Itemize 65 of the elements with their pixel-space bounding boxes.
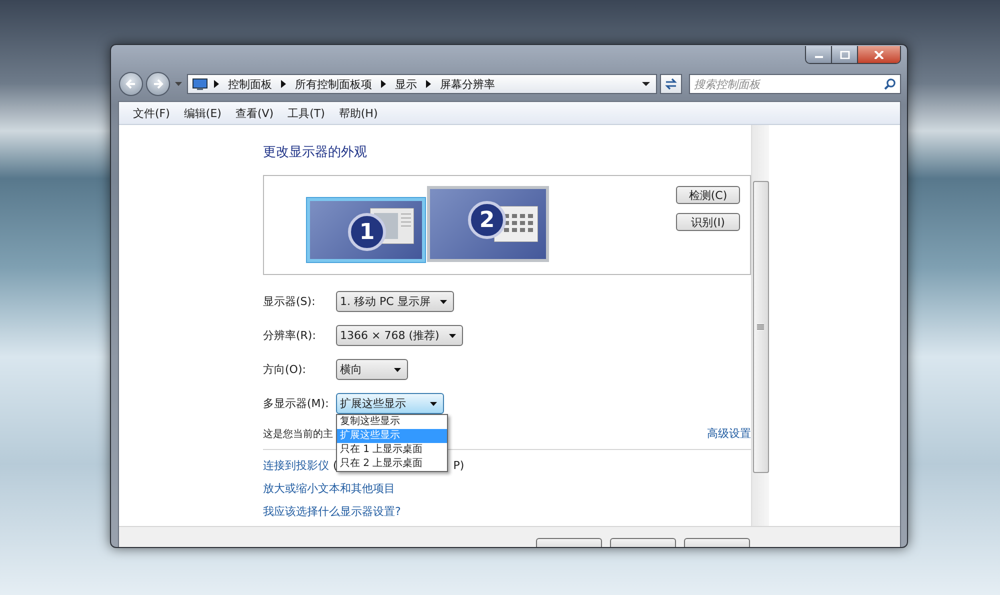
button[interactable] (684, 538, 750, 547)
forward-button[interactable] (146, 72, 170, 96)
paren-text: P) (453, 459, 464, 472)
field-label: 显示器(S): (263, 294, 316, 309)
menu-item[interactable]: 文件(F) (133, 106, 170, 120)
address-bar[interactable]: 控制面板 所有控制面板项 显示 屏幕分辨率 (187, 74, 657, 94)
maximize-button[interactable] (832, 46, 858, 63)
caret-icon (175, 82, 182, 86)
refresh-button[interactable] (660, 74, 682, 94)
caret-icon (440, 300, 448, 304)
breadcrumb-item[interactable]: 控制面板 (228, 76, 272, 92)
refresh-icon (664, 78, 678, 90)
section-heading: 更改显示器的外观 (263, 144, 368, 162)
dropdown[interactable]: 扩展这些显示 (336, 393, 444, 414)
monitor-tile[interactable]: 2 (427, 186, 549, 262)
menu-item[interactable]: 工具(T) (288, 106, 325, 120)
field-label: 多显示器(M): (263, 396, 330, 411)
field-label: 方向(O): (263, 362, 307, 377)
help-link[interactable]: 放大或缩小文本和其他项目 (263, 481, 395, 496)
right-arrow-icon (152, 78, 164, 90)
menu-item[interactable]: 编辑(E) (184, 106, 222, 120)
breadcrumb-item[interactable]: 所有控制面板项 (295, 76, 372, 92)
button[interactable]: 识别(I) (676, 213, 740, 231)
dropdown-option[interactable]: 只在 2 上显示桌面 (337, 457, 447, 471)
monitor-tile[interactable]: 1 (307, 198, 425, 262)
projector-link[interactable]: 连接到投影仪 (263, 458, 329, 473)
back-button[interactable] (119, 72, 143, 96)
button[interactable] (610, 538, 676, 547)
caret-icon (394, 368, 401, 372)
monitor-icon (192, 78, 208, 90)
close-icon (874, 50, 884, 58)
button[interactable] (536, 538, 602, 547)
dropdown[interactable]: 1. 移动 PC 显示屏 (336, 291, 454, 312)
search-icon (884, 78, 896, 90)
caret-icon (449, 334, 456, 338)
minimize-button[interactable] (806, 46, 832, 63)
menu-item[interactable]: 帮助(H) (338, 106, 378, 120)
grip-icon (757, 324, 764, 330)
dropdown-option[interactable]: 只在 1 上显示桌面 (337, 443, 447, 457)
caret-icon (430, 402, 437, 406)
maximize-icon (840, 50, 850, 58)
help-link[interactable]: 我应该选择什么显示器设置? (263, 504, 401, 519)
paren-text: ( (333, 459, 338, 472)
menu-item[interactable]: 查看(V) (235, 106, 274, 120)
search-field[interactable]: 搜索控制面板 (689, 74, 901, 94)
chevron-icon (381, 80, 386, 88)
breadcrumb-item[interactable]: 屏幕分辨率 (440, 76, 495, 92)
chevron-icon (426, 80, 431, 88)
note-text: 这是您当前的主 (263, 428, 333, 440)
caret-icon (642, 82, 650, 86)
monitor-number: 2 (468, 201, 506, 239)
breadcrumb-item[interactable]: 显示 (395, 76, 417, 92)
dropdown[interactable]: 1366 × 768 (推荐) (336, 325, 464, 346)
chevron-icon (281, 80, 286, 88)
scrollbar[interactable] (751, 125, 769, 526)
scrollbar-thumb[interactable] (752, 180, 768, 472)
close-button[interactable] (858, 46, 900, 63)
dropdown[interactable]: 横向 (336, 359, 408, 380)
left-arrow-icon (125, 78, 137, 90)
advanced-settings-link[interactable]: 高级设置 (707, 426, 751, 441)
monitor-number: 1 (348, 213, 386, 251)
chevron-icon (214, 80, 219, 88)
field-label: 分辨率(R): (263, 328, 317, 343)
dropdown-option[interactable]: 复制这些显示 (337, 415, 447, 429)
button[interactable]: 检测(C) (676, 186, 740, 204)
